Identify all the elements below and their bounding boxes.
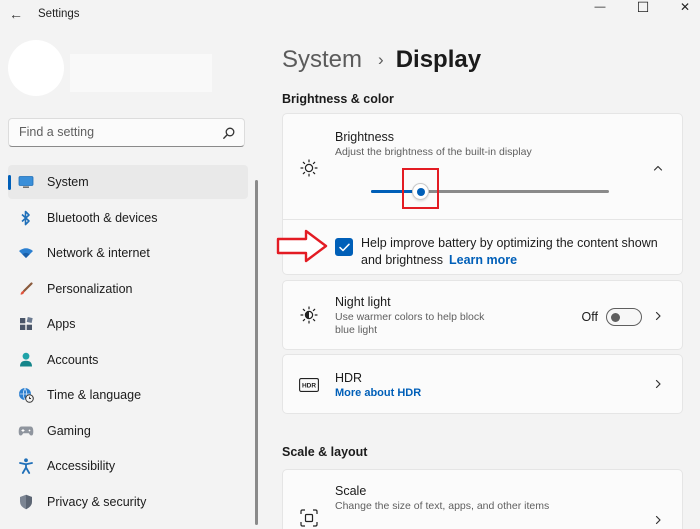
search-input[interactable] [19, 125, 209, 139]
sidebar-item-label: Network & internet [47, 246, 150, 260]
chevron-right-icon[interactable] [652, 310, 664, 322]
page-title: Display [395, 46, 482, 73]
sidebar-item-label: Bluetooth & devices [47, 210, 158, 225]
app-title: Settings [38, 8, 80, 20]
back-button[interactable]: ← [6, 4, 26, 24]
avatar[interactable] [8, 40, 64, 96]
profile-name-redacted [70, 54, 212, 92]
close-button[interactable]: ✕ [670, 0, 700, 14]
chevron-up-icon[interactable] [652, 162, 664, 174]
night-light-description: Use warmer colors to help block blue lig… [335, 311, 485, 336]
sidebar-item-privacy-security[interactable]: Privacy & security [8, 485, 248, 519]
section-title-brightness-color: Brightness & color [282, 92, 394, 106]
sidebar-item-label: Apps [47, 317, 76, 331]
annotation-highlight-box [402, 168, 439, 209]
battery-optimize-label: Help improve battery by optimizing the c… [361, 235, 661, 269]
maximize-button[interactable]: ☐ [628, 0, 658, 15]
scale-card[interactable]: Scale Change the size of text, apps, and… [282, 469, 683, 529]
annotation-arrow-icon [276, 229, 328, 263]
sidebar-item-personalization[interactable]: Personalization [8, 272, 248, 306]
sidebar-item-accessibility[interactable]: Accessibility [8, 449, 248, 483]
brightness-description: Adjust the brightness of the built-in di… [335, 146, 532, 158]
scale-icon [299, 508, 319, 528]
breadcrumb: System › Display [282, 44, 481, 76]
title-bar: ← Settings — ☐ ✕ [0, 0, 700, 30]
apps-icon [18, 316, 34, 332]
sidebar-item-label: System [47, 175, 89, 189]
scale-description: Change the size of text, apps, and other… [335, 500, 550, 512]
battery-optimize-checkbox[interactable] [335, 238, 353, 256]
night-light-toggle[interactable] [606, 308, 642, 326]
sidebar-scrollbar[interactable] [255, 180, 258, 525]
night-light-icon [299, 305, 319, 325]
shield-icon [18, 494, 34, 510]
sidebar-item-label: Gaming [47, 423, 91, 438]
search-box[interactable] [8, 118, 245, 147]
sidebar-item-gaming[interactable]: Gaming [8, 414, 248, 448]
maximize-icon: ☐ [636, 0, 650, 15]
learn-more-link[interactable]: Learn more [449, 253, 517, 267]
sidebar-nav: System Bluetooth & devices Network & int… [8, 165, 248, 520]
bluetooth-icon [18, 210, 34, 226]
minimize-icon: — [594, 1, 606, 13]
scale-title: Scale [335, 484, 367, 498]
globe-clock-icon [18, 387, 34, 403]
section-title-scale-layout: Scale & layout [282, 445, 368, 459]
chevron-right-icon[interactable] [652, 514, 664, 526]
minimize-button[interactable]: — [585, 0, 615, 14]
person-icon [18, 352, 34, 368]
accessibility-icon [18, 458, 34, 474]
more-about-hdr-link[interactable]: More about HDR [335, 387, 421, 399]
night-light-title: Night light [335, 295, 391, 309]
back-arrow-icon: ← [9, 6, 23, 22]
sidebar-item-time-language[interactable]: Time & language [8, 378, 248, 412]
hdr-icon: HDR [299, 375, 319, 395]
wifi-icon [18, 245, 34, 261]
sidebar-item-label: Privacy & security [47, 494, 147, 509]
sidebar-item-system[interactable]: System [8, 165, 248, 199]
divider [283, 219, 682, 220]
brush-icon [18, 281, 34, 297]
search-icon[interactable] [222, 126, 236, 140]
close-icon: ✕ [679, 0, 691, 14]
gamepad-icon [18, 423, 34, 439]
brightness-card: Brightness Adjust the brightness of the … [282, 113, 683, 275]
sidebar-item-label: Accounts [47, 352, 99, 367]
hdr-title: HDR [335, 371, 363, 385]
sidebar-item-accounts[interactable]: Accounts [8, 343, 248, 377]
sun-icon [299, 158, 319, 178]
sidebar-item-label: Accessibility [47, 459, 116, 473]
sidebar-item-label: Personalization [47, 281, 133, 296]
brightness-title: Brightness [335, 130, 395, 144]
monitor-icon [18, 174, 34, 190]
hdr-card[interactable]: HDR HDR More about HDR [282, 354, 683, 414]
breadcrumb-parent[interactable]: System [282, 46, 362, 74]
chevron-right-icon: › [378, 50, 384, 69]
sidebar-item-network[interactable]: Network & internet [8, 236, 248, 270]
chevron-right-icon[interactable] [652, 378, 664, 390]
night-light-card[interactable]: Night light Use warmer colors to help bl… [282, 280, 683, 350]
sidebar-item-label: Time & language [47, 388, 142, 402]
sidebar-item-bluetooth[interactable]: Bluetooth & devices [8, 201, 248, 235]
hdr-icon-text: HDR [302, 383, 316, 390]
checkmark-icon [338, 243, 350, 251]
sidebar-item-apps[interactable]: Apps [8, 307, 248, 341]
night-light-toggle-state: Off [581, 310, 598, 324]
